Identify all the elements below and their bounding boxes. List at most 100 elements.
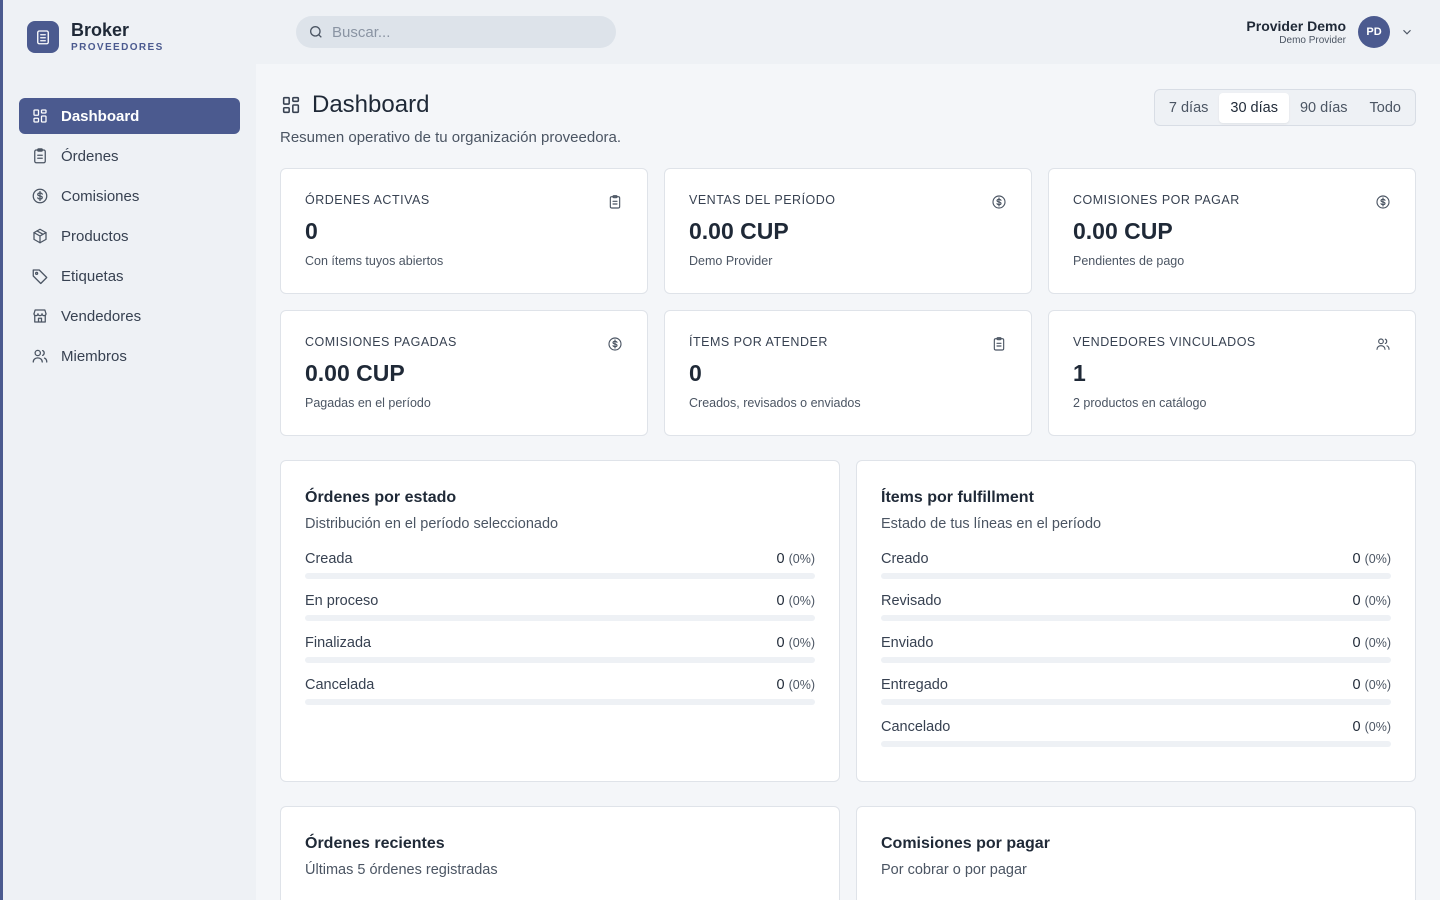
stat-label: VENDEDORES VINCULADOS — [1073, 335, 1256, 349]
sidebar-item-label: Etiquetas — [61, 267, 124, 285]
sidebar-item-comisiones[interactable]: Comisiones — [19, 178, 240, 214]
search-icon — [310, 26, 322, 38]
status-rows: Creada 0 (0%) En proceso 0 (0%) Finalizada… — [305, 551, 815, 719]
fulfillment-percent: (0%) — [1364, 636, 1391, 650]
fulfillment-count: 0 — [1352, 677, 1361, 693]
stat-value: 0.00 CUP — [1073, 218, 1173, 244]
pending-commissions-panel: Comisiones por pagar Por cobrar o por pa… — [856, 806, 1416, 900]
stat-value: 0 — [305, 218, 318, 244]
clipboard-icon — [993, 337, 1005, 351]
fulfillment-percent: (0%) — [1364, 594, 1391, 608]
sidebar-item-miembros[interactable]: Miembros — [19, 338, 240, 374]
brand-name: Broker — [71, 20, 130, 40]
stat-card-comisiones-pagadas: COMISIONES PAGADAS 0.00 CUP Pagadas en e… — [280, 310, 648, 436]
fulfillment-row: Entregado 0 (0%) — [881, 677, 1391, 719]
search-box[interactable] — [296, 16, 616, 48]
fulfillment-progress-bar — [881, 615, 1391, 621]
stat-card-vendedores-vinculados: VENDEDORES VINCULADOS 1 2 productos en c… — [1048, 310, 1416, 436]
panel-title: Órdenes por estado — [305, 489, 457, 506]
dollar-circle-icon — [32, 188, 48, 204]
box-icon — [33, 228, 47, 244]
users-icon — [1376, 338, 1390, 350]
avatar[interactable]: PD — [1358, 16, 1390, 48]
status-label: En proceso — [305, 593, 379, 609]
range-90-days[interactable]: 90 días — [1289, 93, 1359, 123]
stat-card-comisiones-por-pagar: COMISIONES POR PAGAR 0.00 CUP Pendientes… — [1048, 168, 1416, 294]
stat-value: 0 — [689, 360, 702, 386]
status-progress-bar — [305, 573, 815, 579]
stat-caption: Creados, revisados o enviados — [689, 396, 861, 410]
status-panels: Órdenes por estado Distribución en el pe… — [280, 460, 1416, 782]
stat-caption: 2 productos en catálogo — [1073, 396, 1207, 410]
stat-caption: Con ítems tuyos abiertos — [305, 254, 444, 268]
status-percent: (0%) — [788, 552, 815, 566]
sidebar-item-label: Dashboard — [61, 107, 140, 125]
panel-title: Ítems por fulfillment — [881, 489, 1034, 506]
fulfillment-rows: Creado 0 (0%) Revisado 0 (0%) Enviado 0 (0%… — [881, 551, 1391, 761]
sidebar-nav: Dashboard Órdenes Comisiones Productos E… — [19, 98, 240, 378]
sidebar-item-label: Productos — [61, 227, 129, 245]
stat-label: COMISIONES POR PAGAR — [1073, 193, 1240, 207]
users-icon — [32, 349, 48, 363]
status-count: 0 — [776, 551, 785, 567]
user-menu[interactable]: Provider Demo Demo Provider PD — [1246, 16, 1414, 48]
items-by-fulfillment-panel: Ítems por fulfillment Estado de tus líne… — [856, 460, 1416, 782]
fulfillment-label: Creado — [881, 551, 929, 567]
status-progress-bar — [305, 615, 815, 621]
sidebar-item-label: Miembros — [61, 347, 127, 365]
sidebar-item-label: Comisiones — [61, 187, 140, 205]
fulfillment-label: Enviado — [881, 635, 934, 651]
range-30-days[interactable]: 30 días — [1219, 92, 1289, 123]
sidebar-item-vendedores[interactable]: Vendedores — [19, 298, 240, 334]
brand-subtitle: PROVEEDORES — [71, 42, 164, 53]
fulfillment-progress-bar — [881, 573, 1391, 579]
panel-title: Órdenes recientes — [305, 835, 445, 852]
sidebar: Broker PROVEEDORES Dashboard Órdenes Com… — [3, 0, 256, 900]
stat-label: VENTAS DEL PERÍODO — [689, 193, 836, 207]
fulfillment-label: Entregado — [881, 677, 948, 693]
page-subtitle: Resumen operativo de tu organización pro… — [280, 129, 622, 146]
fulfillment-count: 0 — [1352, 635, 1361, 651]
sidebar-item-label: Órdenes — [61, 147, 119, 165]
panel-subtitle: Últimas 5 órdenes registradas — [305, 862, 498, 878]
fulfillment-progress-bar — [881, 741, 1391, 747]
page-title: Dashboard — [312, 91, 430, 118]
stat-caption: Pagadas en el período — [305, 396, 431, 410]
dollar-circle-icon — [608, 337, 622, 351]
stat-caption: Demo Provider — [689, 254, 773, 268]
status-percent: (0%) — [788, 594, 815, 608]
status-row: En proceso 0 (0%) — [305, 593, 815, 635]
clipboard-icon — [609, 195, 621, 209]
range-7-days[interactable]: 7 días — [1158, 93, 1220, 123]
sidebar-item-dashboard[interactable]: Dashboard — [19, 98, 240, 134]
dollar-circle-icon — [992, 195, 1006, 209]
status-percent: (0%) — [788, 636, 815, 650]
stat-label: ÍTEMS POR ATENDER — [689, 335, 828, 349]
fulfillment-count: 0 — [1352, 719, 1361, 735]
user-name: Provider Demo — [1246, 17, 1346, 34]
sidebar-item-productos[interactable]: Productos — [19, 218, 240, 254]
stat-card-ordenes-activas: ÓRDENES ACTIVAS 0 Con ítems tuyos abiert… — [280, 168, 648, 294]
fulfillment-row: Cancelado 0 (0%) — [881, 719, 1391, 761]
sidebar-item-etiquetas[interactable]: Etiquetas — [19, 258, 240, 294]
stat-label: COMISIONES PAGADAS — [305, 335, 457, 349]
status-label: Creada — [305, 551, 353, 567]
stats-grid: ÓRDENES ACTIVAS 0 Con ítems tuyos abiert… — [280, 168, 1416, 436]
sidebar-item-ordenes[interactable]: Órdenes — [19, 138, 240, 174]
brand[interactable]: Broker PROVEEDORES — [27, 20, 164, 53]
stat-value: 0.00 CUP — [305, 360, 405, 386]
stat-label: ÓRDENES ACTIVAS — [305, 193, 430, 207]
status-progress-bar — [305, 657, 815, 663]
status-row: Creada 0 (0%) — [305, 551, 815, 593]
grid-icon — [282, 96, 300, 114]
range-all[interactable]: Todo — [1359, 93, 1412, 123]
clipboard-icon — [34, 148, 46, 164]
stat-caption: Pendientes de pago — [1073, 254, 1185, 268]
fulfillment-label: Cancelado — [881, 719, 951, 735]
chevron-down-icon[interactable] — [1400, 25, 1414, 39]
stat-value: 1 — [1073, 360, 1086, 386]
status-count: 0 — [776, 593, 785, 609]
fulfillment-label: Revisado — [881, 593, 942, 609]
orders-by-status-panel: Órdenes por estado Distribución en el pe… — [280, 460, 840, 782]
search-input[interactable] — [332, 23, 592, 41]
